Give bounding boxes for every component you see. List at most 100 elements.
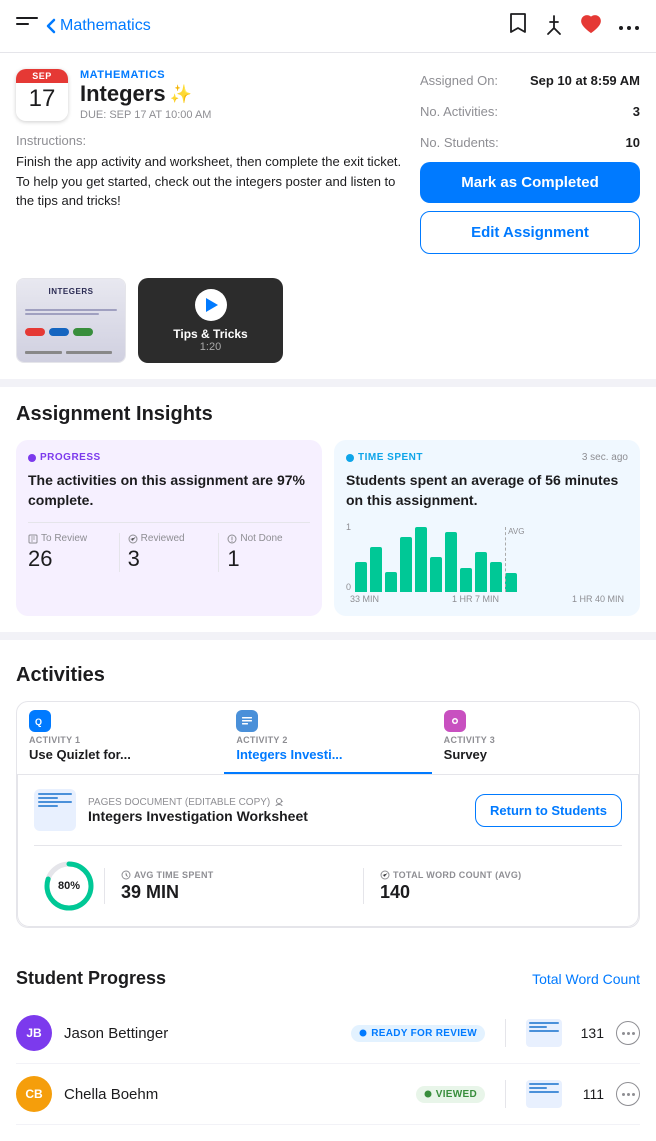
dot-add: [25, 328, 45, 336]
assigned-on-label: Assigned On:: [420, 73, 498, 88]
to-review-stat: To Review 26: [28, 533, 120, 572]
calendar-icon: SEP 17: [16, 69, 68, 121]
no-students-row: No. Students: 10: [420, 131, 640, 154]
bar-7: [445, 532, 457, 592]
row-divider: [505, 1019, 506, 1047]
total-word-count-link[interactable]: Total Word Count: [532, 971, 640, 987]
more-button-jason[interactable]: [616, 1021, 640, 1045]
student-progress-header: Student Progress Total Word Count: [16, 968, 640, 989]
student-progress-title: Student Progress: [16, 968, 166, 989]
poster-inner: INTEGERS: [17, 279, 125, 362]
activities-title: Activities: [16, 664, 640, 687]
reviewed-value: 3: [128, 546, 211, 572]
no-students-value: 10: [626, 135, 640, 150]
chart-labels: 33 MIN 1 HR 7 MIN 1 HR 40 MIN: [346, 594, 628, 604]
calendar-month: SEP: [16, 69, 68, 83]
time-timestamp: 3 sec. ago: [582, 452, 628, 463]
poster-line-1: [25, 309, 117, 311]
pages-icon: [236, 710, 258, 732]
activity-2-number: ACTIVITY 2: [236, 735, 419, 745]
file-name: Integers Investigation Worksheet: [88, 808, 463, 824]
bar-8: [460, 568, 472, 593]
activity-tab-3[interactable]: ACTIVITY 3 Survey: [432, 702, 639, 774]
calendar-day: 17: [16, 83, 68, 116]
file-row: PAGES DOCUMENT (EDITABLE COPY) Integers …: [34, 789, 622, 831]
back-button[interactable]: Mathematics: [46, 17, 151, 35]
three-dots-icon-2: [622, 1093, 635, 1096]
more-button-chella[interactable]: [616, 1082, 640, 1106]
badge-ready-for-review: READY FOR REVIEW: [351, 1025, 485, 1042]
activity-tabs: Q ACTIVITY 1 Use Quizlet for... ACTIVITY…: [17, 702, 639, 775]
not-done-label: Not Done: [227, 533, 310, 544]
to-review-label: To Review: [28, 533, 111, 544]
sparkle-icon: ✨: [170, 84, 192, 105]
progress-circle-wrap: 80%: [34, 860, 104, 912]
word-count-label: TOTAL WORD COUNT (AVG): [380, 870, 606, 880]
activity-tab-2[interactable]: ACTIVITY 2 Integers Investi...: [224, 702, 431, 774]
avg-time-col: AVG TIME SPENT 39 MIN: [105, 870, 363, 903]
student-row-chella: CB Chella Boehm VIEWED 111: [16, 1064, 640, 1125]
right-column: Assigned On: Sep 10 at 8:59 AM No. Activ…: [420, 69, 640, 254]
time-card: TIME SPENT 3 sec. ago Students spent an …: [334, 440, 640, 616]
assignment-title-area: MATHEMATICS Integers ✨ DUE: SEP 17 AT 10…: [80, 69, 404, 121]
video-attachment[interactable]: Tips & Tricks 1:20: [138, 278, 283, 363]
heart-icon[interactable]: [580, 15, 602, 38]
attachments-section: INTEGERS Tips & Tricks: [0, 270, 656, 379]
time-text: Students spent an average of 56 minutes …: [346, 471, 628, 510]
student-name-jason: Jason Bettinger: [64, 1025, 339, 1042]
edit-assignment-button[interactable]: Edit Assignment: [420, 211, 640, 254]
video-duration: 1:20: [200, 341, 221, 353]
pin-icon[interactable]: [544, 14, 564, 39]
student-thumb-chella: [526, 1080, 562, 1108]
activity-1-number: ACTIVITY 1: [29, 735, 212, 745]
sidebar-toggle-icon[interactable]: [16, 17, 38, 35]
time-dot: [346, 454, 354, 462]
instructions-label: Instructions:: [16, 133, 404, 148]
play-triangle-icon: [206, 298, 218, 312]
mark-completed-button[interactable]: Mark as Completed: [420, 162, 640, 203]
reviewed-stat: Reviewed 3: [128, 533, 220, 572]
assignment-header: SEP 17 MATHEMATICS Integers ✨ DUE: SEP 1…: [16, 69, 404, 121]
header-left: Mathematics: [16, 17, 151, 35]
activity-tabs-wrapper: Q ACTIVITY 1 Use Quizlet for... ACTIVITY…: [16, 701, 640, 928]
poster-line-2: [25, 313, 99, 315]
file-type-label: PAGES DOCUMENT (EDITABLE COPY): [88, 797, 463, 808]
video-label: Tips & Tricks: [173, 327, 247, 341]
no-activities-value: 3: [633, 104, 640, 119]
section-divider-2: [0, 632, 656, 640]
back-label: Mathematics: [60, 17, 151, 35]
bar-1: [355, 562, 367, 592]
bookmark-icon[interactable]: [508, 12, 528, 40]
survey-icon: [444, 710, 466, 732]
insights-section: Assignment Insights PROGRESS The activit…: [0, 387, 656, 632]
activity-tab-1[interactable]: Q ACTIVITY 1 Use Quizlet for...: [17, 702, 224, 774]
progress-card-header: PROGRESS: [28, 452, 310, 463]
quizlet-icon: Q: [29, 710, 51, 732]
play-button[interactable]: [195, 289, 227, 321]
to-review-value: 26: [28, 546, 111, 572]
return-to-students-button[interactable]: Return to Students: [475, 794, 622, 827]
progress-percent: 80%: [58, 880, 80, 892]
reviewed-label: Reviewed: [128, 533, 211, 544]
avatar-jason: JB: [16, 1015, 52, 1051]
badge-viewed: VIEWED: [416, 1086, 485, 1103]
activities-section: Activities Q ACTIVITY 1 Use Quizlet for.…: [0, 648, 656, 944]
not-done-value: 1: [227, 546, 310, 572]
word-count-jason: 131: [574, 1025, 604, 1041]
more-icon[interactable]: [618, 18, 640, 34]
header: Mathematics: [0, 0, 656, 53]
stats-row: 80% AVG TIME SPENT 39 MIN: [34, 845, 622, 912]
svg-text:Q: Q: [35, 717, 42, 727]
no-activities-label: No. Activities:: [420, 104, 498, 119]
word-count-col: TOTAL WORD COUNT (AVG) 140: [364, 870, 622, 903]
bar-6: [430, 557, 442, 592]
activity-1-name: Use Quizlet for...: [29, 747, 212, 762]
bar-chart-container: 1 0 AVG: [346, 522, 628, 604]
bar-3: [385, 572, 397, 592]
poster-attachment[interactable]: INTEGERS: [16, 278, 126, 363]
bar-2: [370, 547, 382, 592]
dot-mul: [73, 328, 93, 336]
avatar-chella: CB: [16, 1076, 52, 1112]
activity-3-number: ACTIVITY 3: [444, 735, 627, 745]
instructions-text: Finish the app activity and worksheet, t…: [16, 152, 404, 211]
